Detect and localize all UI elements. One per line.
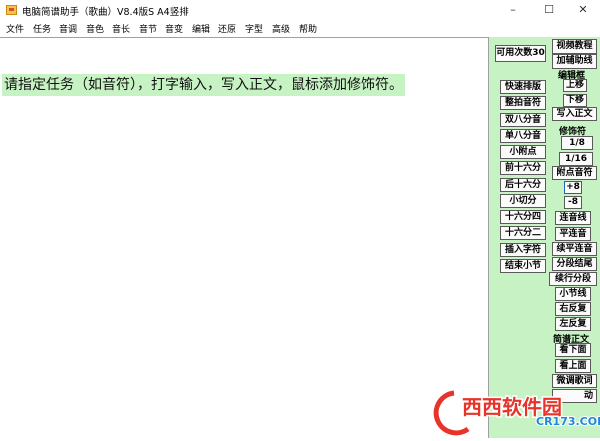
sixteenth-two-button[interactable]: 十六分二 <box>500 226 546 240</box>
double-eighth-button[interactable]: 双八分音 <box>500 113 546 127</box>
move-down-button[interactable]: 下移 <box>563 94 587 107</box>
menu-syllable[interactable]: 音节 <box>139 22 157 35</box>
eighth-fraction-button[interactable]: 1/8 <box>561 136 593 150</box>
move-up-button[interactable]: 上移 <box>563 79 587 92</box>
tool-panel: 可用次数30 视频教程 加辅助线 编辑框 上移 下移 写入正文 快速排版 整拍音… <box>489 37 600 438</box>
window-title: 电脑简谱助手（歌曲）V8.4版S A4竖排 <box>22 7 189 18</box>
menu-font[interactable]: 字型 <box>245 22 263 35</box>
menu-duration[interactable]: 音长 <box>112 22 130 35</box>
close-button[interactable]: ✕ <box>566 0 600 20</box>
title-bar: 电脑简谱助手（歌曲）V8.4版S A4竖排 – ☐ ✕ <box>0 0 600 20</box>
continue-flat-slur-button[interactable]: 续平连音 <box>552 242 597 256</box>
octave-up-button[interactable]: +8 <box>564 181 582 194</box>
video-tutorial-button[interactable]: 视频教程 <box>552 39 597 54</box>
menu-task[interactable]: 任务 <box>33 22 51 35</box>
menu-restore[interactable]: 还原 <box>218 22 236 35</box>
whole-beat-note-button[interactable]: 整拍音符 <box>500 96 546 110</box>
continue-section-button[interactable]: 续行分段 <box>549 272 597 286</box>
left-repeat-button[interactable]: 左反复 <box>555 317 591 331</box>
small-dot-button[interactable]: 小附点 <box>500 145 546 159</box>
tie-line-button[interactable]: 连音线 <box>555 211 591 225</box>
write-text-button[interactable]: 写入正文 <box>552 107 597 121</box>
maximize-button[interactable]: ☐ <box>532 0 566 20</box>
insert-char-button[interactable]: 插入字符 <box>500 243 546 257</box>
single-eighth-button[interactable]: 单八分音 <box>500 129 546 143</box>
site-watermark: 西西软件园 CR173.COM <box>424 385 600 438</box>
menu-help[interactable]: 帮助 <box>299 22 317 35</box>
octave-down-button[interactable]: -8 <box>564 196 582 209</box>
view-above-button[interactable]: 看上面 <box>555 359 591 373</box>
minimize-button[interactable]: – <box>496 0 530 20</box>
watermark-url: CR173.COM <box>535 414 600 429</box>
small-syncopation-button[interactable]: 小切分 <box>500 194 546 208</box>
sixteenth-four-button[interactable]: 十六分四 <box>500 210 546 224</box>
guide-lines-button[interactable]: 加辅助线 <box>552 54 597 69</box>
menu-file[interactable]: 文件 <box>6 22 24 35</box>
dotted-note-button[interactable]: 附点音符 <box>552 166 597 180</box>
right-repeat-button[interactable]: 右反复 <box>555 302 591 316</box>
editor-area[interactable]: 请指定任务（如音符），打字输入，写入正文，鼠标添加修饰符。 <box>0 37 489 438</box>
section-end-button[interactable]: 分段结尾 <box>552 257 597 271</box>
end-bar-button[interactable]: 结束小节 <box>500 259 546 273</box>
flat-slur-button[interactable]: 平连音 <box>555 227 591 241</box>
menu-key[interactable]: 音调 <box>59 22 77 35</box>
instruction-prompt: 请指定任务（如音符），打字输入，写入正文，鼠标添加修饰符。 <box>2 74 405 96</box>
menu-advanced[interactable]: 高级 <box>272 22 290 35</box>
menu-timbre[interactable]: 音色 <box>86 22 104 35</box>
menu-variant[interactable]: 音变 <box>165 22 183 35</box>
sixteenth-fraction-button[interactable]: 1/16 <box>559 152 593 166</box>
bar-line-button[interactable]: 小节线 <box>555 287 591 301</box>
usage-count-button[interactable]: 可用次数30 <box>495 45 546 62</box>
view-below-button[interactable]: 看下面 <box>555 343 591 357</box>
back-sixteenth-button[interactable]: 后十六分 <box>500 178 546 192</box>
menu-bar: 文件 任务 音调 音色 音长 音节 音变 编辑 还原 字型 高级 帮助 <box>0 20 600 35</box>
app-icon <box>6 5 17 15</box>
front-sixteenth-button[interactable]: 前十六分 <box>500 161 546 175</box>
quick-layout-button[interactable]: 快速排版 <box>500 80 546 94</box>
menu-edit[interactable]: 编辑 <box>192 22 210 35</box>
